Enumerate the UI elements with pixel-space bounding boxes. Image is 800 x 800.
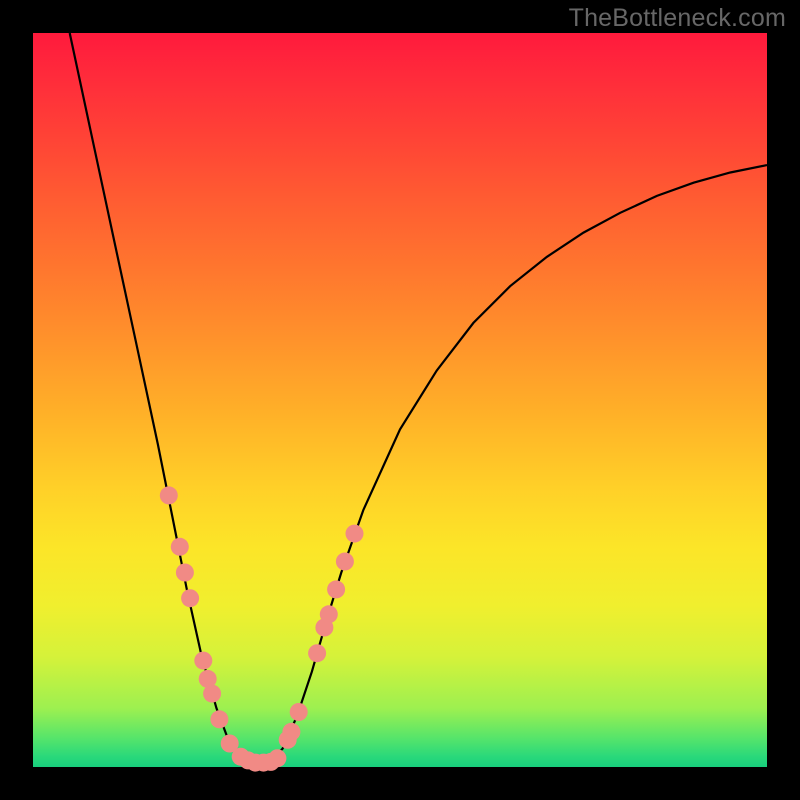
marker-point [268,749,286,767]
bottleneck-curve [70,33,767,763]
marker-point [194,652,212,670]
marker-point [210,710,228,728]
marker-point [171,538,189,556]
marker-point [346,525,364,543]
chart-svg [0,0,800,800]
marker-point [282,723,300,741]
marker-point [308,644,326,662]
marker-point [203,685,221,703]
marker-point [336,553,354,571]
marker-point [176,564,194,582]
marker-point [160,486,178,504]
marker-point [320,605,338,623]
marker-point [181,589,199,607]
marker-point [327,580,345,598]
marker-group [160,486,364,771]
chart-frame: TheBottleneck.com [0,0,800,800]
marker-point [290,703,308,721]
watermark-label: TheBottleneck.com [569,4,786,33]
